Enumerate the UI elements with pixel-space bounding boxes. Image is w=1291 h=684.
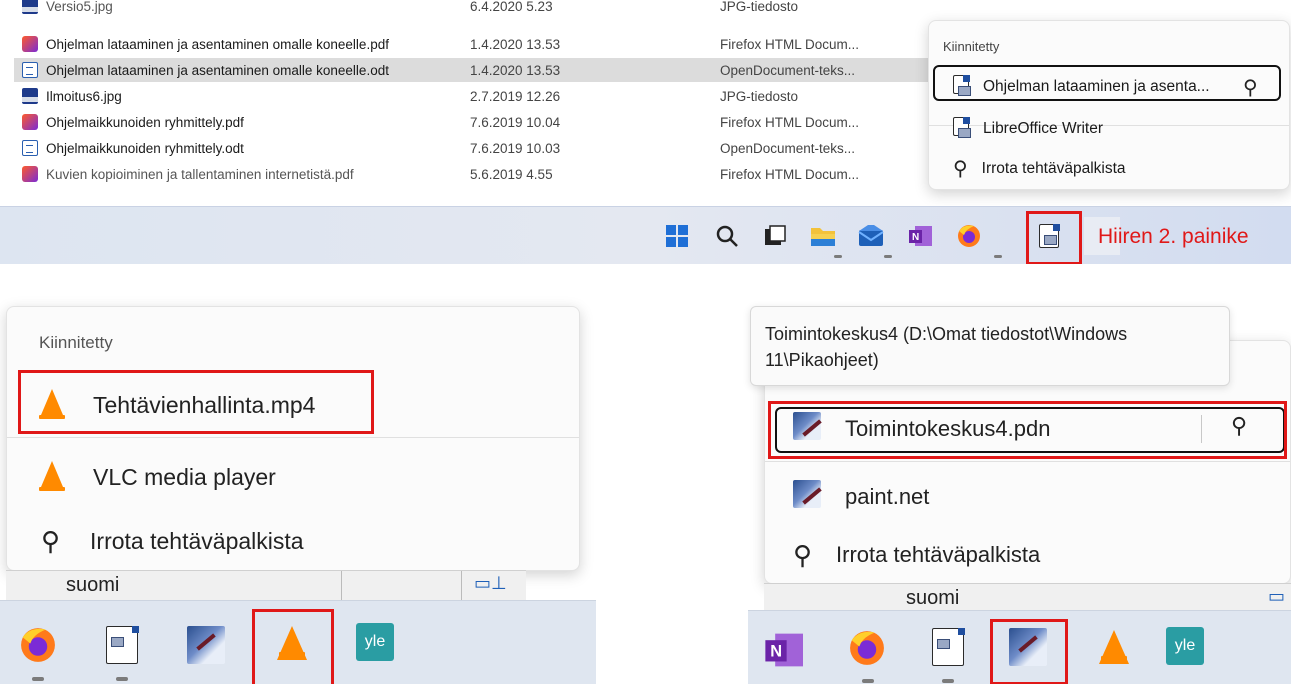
vlc-icon[interactable] bbox=[1092, 625, 1136, 669]
unpin-from-taskbar-item[interactable]: ⚲ Irrota tehtäväpalkista bbox=[19, 519, 379, 563]
language-bar: suomi ▭ bbox=[764, 583, 1291, 611]
app-item-libreoffice-writer[interactable]: LibreOffice Writer bbox=[933, 111, 1273, 147]
bar-separator bbox=[341, 571, 342, 601]
jump-list-header: Kiinnitetty bbox=[943, 39, 1000, 54]
yle-icon[interactable]: yle bbox=[356, 623, 394, 661]
pdf-file-icon bbox=[22, 166, 38, 182]
running-indicator bbox=[834, 255, 842, 258]
firefox-icon[interactable] bbox=[846, 627, 888, 669]
unpin-from-taskbar-item[interactable]: ⚲ Irrota tehtäväpalkista bbox=[775, 533, 1285, 577]
pinned-file-item[interactable]: Ohjelman lataaminen ja asenta... bbox=[933, 69, 1273, 105]
running-indicator bbox=[862, 679, 874, 683]
svg-text:N: N bbox=[770, 643, 782, 661]
unpin-icon: ⚲ bbox=[41, 526, 61, 556]
pdf-file-icon bbox=[22, 36, 38, 52]
taskbar: N yle bbox=[748, 610, 1291, 684]
jump-list-header: Kiinnitetty bbox=[39, 333, 113, 352]
libreoffice-writer-icon[interactable] bbox=[102, 623, 142, 667]
jpg-file-icon bbox=[22, 88, 38, 104]
firefox-icon[interactable] bbox=[954, 221, 984, 251]
pinned-file-item[interactable]: Tehtävienhallinta.mp4 bbox=[19, 383, 379, 427]
running-indicator bbox=[32, 677, 44, 681]
taskbar: N Hiiren 2. painike bbox=[0, 206, 1291, 265]
onenote-icon[interactable]: N bbox=[764, 629, 806, 671]
button-separator bbox=[1201, 415, 1202, 443]
paint-net-icon bbox=[793, 480, 821, 514]
task-view-icon[interactable] bbox=[760, 221, 790, 251]
firefox-icon[interactable] bbox=[18, 625, 58, 665]
unpin-from-taskbar-item[interactable]: ⚲ Irrota tehtäväpalkista bbox=[933, 151, 1273, 187]
paint-net-icon[interactable] bbox=[1006, 625, 1050, 669]
jpg-file-icon bbox=[22, 0, 38, 14]
search-icon[interactable] bbox=[712, 221, 742, 251]
keyboard-icon[interactable]: ▭⊥ bbox=[474, 573, 507, 594]
running-indicator bbox=[884, 255, 892, 258]
running-indicator bbox=[994, 255, 1002, 258]
vlc-icon bbox=[39, 461, 65, 493]
file-row[interactable]: Versio5.jpg 6.4.2020 5.23 JPG-tiedosto bbox=[14, 0, 1144, 18]
bar-separator bbox=[461, 571, 462, 601]
paint-net-icon[interactable] bbox=[184, 623, 228, 667]
app-item-vlc[interactable]: VLC media player bbox=[19, 455, 379, 499]
vlc-icon[interactable] bbox=[270, 621, 314, 665]
running-indicator bbox=[116, 677, 128, 681]
document-icon bbox=[953, 74, 971, 99]
language-bar: suomi ▭⊥ bbox=[6, 570, 526, 601]
svg-text:N: N bbox=[912, 232, 919, 243]
pinned-file-item[interactable]: Toimintokeskus4.pdn bbox=[775, 407, 1285, 451]
libreoffice-writer-icon bbox=[953, 116, 971, 141]
pdf-file-icon bbox=[22, 114, 38, 130]
windows-start-icon[interactable] bbox=[662, 221, 692, 251]
running-indicator bbox=[942, 679, 954, 683]
unpin-icon: ⚲ bbox=[953, 158, 968, 180]
jump-list-menu-vlc: Kiinnitetty Tehtävienhallinta.mp4 VLC me… bbox=[6, 306, 580, 571]
unpin-icon[interactable]: ⚲ bbox=[1243, 75, 1258, 100]
onenote-icon[interactable]: N bbox=[906, 221, 936, 251]
file-explorer-icon[interactable] bbox=[808, 221, 838, 251]
jump-list-menu: Kiinnitetty Ohjelman lataaminen ja asent… bbox=[928, 20, 1290, 190]
mail-icon[interactable] bbox=[856, 221, 886, 251]
menu-divider bbox=[7, 437, 579, 438]
vlc-icon bbox=[39, 389, 65, 421]
libreoffice-writer-icon[interactable] bbox=[1034, 221, 1064, 251]
app-item-paint-net[interactable]: paint.net bbox=[775, 475, 1285, 519]
taskbar: yle bbox=[0, 600, 596, 684]
unpin-icon[interactable]: ⚲ bbox=[1231, 413, 1247, 439]
annotation-label: Hiiren 2. painike bbox=[1098, 225, 1249, 248]
paint-net-icon bbox=[793, 412, 821, 446]
keyboard-icon[interactable]: ▭ bbox=[1268, 586, 1285, 607]
odt-file-icon bbox=[22, 62, 38, 78]
libreoffice-writer-icon[interactable] bbox=[928, 625, 968, 669]
yle-icon[interactable]: yle bbox=[1166, 627, 1204, 665]
odt-file-icon bbox=[22, 140, 38, 156]
unpin-icon: ⚲ bbox=[793, 540, 813, 570]
file-path-tooltip: Toimintokeskus4 (D:\Omat tiedostot\Windo… bbox=[750, 306, 1230, 386]
menu-divider bbox=[765, 461, 1290, 462]
file-list: Versio5.jpg 6.4.2020 5.23 JPG-tiedosto O… bbox=[0, 0, 1291, 206]
